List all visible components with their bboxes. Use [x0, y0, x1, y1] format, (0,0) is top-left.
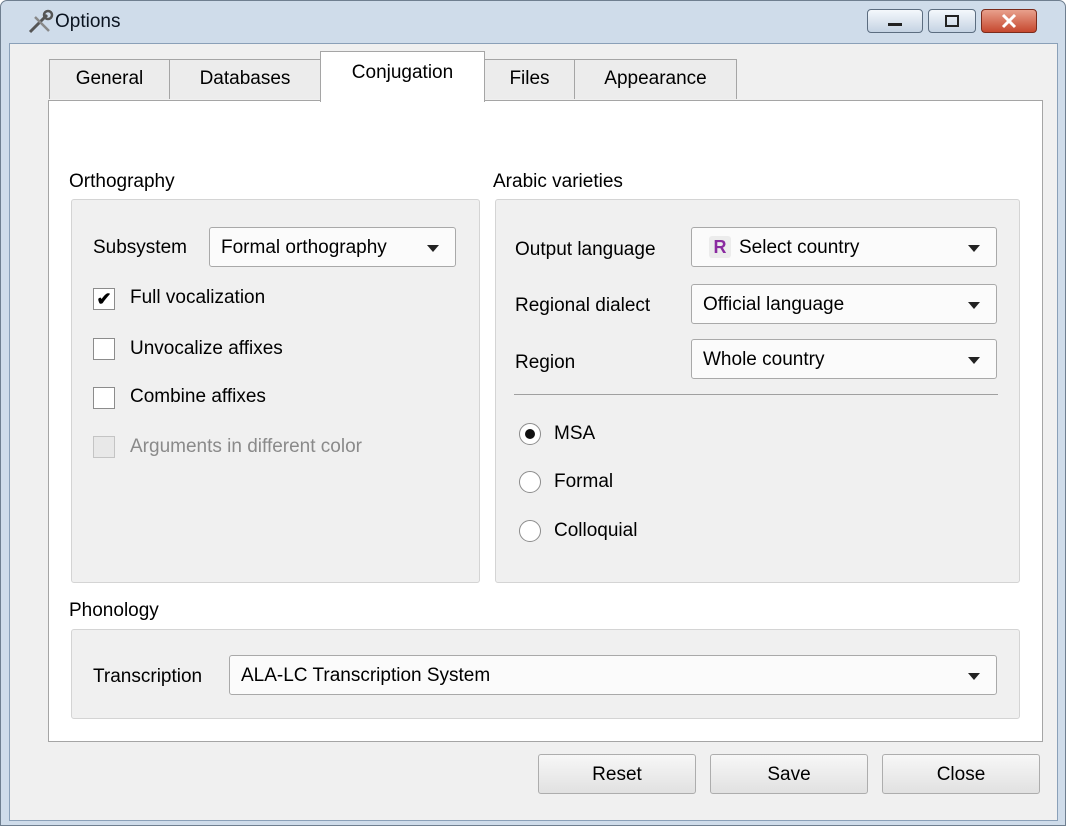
close-icon — [1001, 13, 1017, 29]
colloquial-radio[interactable] — [519, 520, 541, 542]
tab-files[interactable]: Files — [484, 59, 575, 99]
region-value: Whole country — [703, 349, 825, 370]
close-button[interactable]: Close — [882, 754, 1040, 794]
tab-label: Appearance — [604, 68, 707, 89]
formal-radio[interactable] — [519, 471, 541, 493]
output-language-value: Select country — [739, 237, 860, 258]
tab-appearance[interactable]: Appearance — [574, 59, 737, 99]
options-window: Options General Databases Conjugation Fi… — [0, 0, 1066, 826]
chevron-down-icon — [427, 245, 439, 252]
close-window-button[interactable] — [981, 9, 1037, 33]
chevron-down-icon — [968, 673, 980, 680]
regional-dialect-select[interactable]: Official language — [691, 284, 997, 324]
subsystem-value: Formal orthography — [221, 237, 387, 258]
maximize-button[interactable] — [928, 9, 976, 33]
unvocalize-affixes-checkbox[interactable] — [93, 338, 115, 360]
chevron-down-icon — [968, 357, 980, 364]
transcription-select[interactable]: ALA-LC Transcription System — [229, 655, 997, 695]
title-bar[interactable]: Options — [1, 1, 1065, 43]
conjugation-panel — [48, 100, 1043, 742]
chevron-down-icon — [968, 245, 980, 252]
transcription-value: ALA-LC Transcription System — [241, 665, 491, 686]
maximize-icon — [945, 15, 959, 27]
output-language-select[interactable]: R Select country — [691, 227, 997, 267]
checkmark-icon: ✔ — [96, 289, 112, 309]
chevron-down-icon — [968, 302, 980, 309]
subsystem-select[interactable]: Formal orthography — [209, 227, 456, 267]
tab-label: Databases — [199, 68, 291, 89]
tab-label: Conjugation — [351, 62, 454, 83]
tab-general[interactable]: General — [49, 59, 170, 99]
combine-affixes-checkbox[interactable] — [93, 387, 115, 409]
region-select[interactable]: Whole country — [691, 339, 997, 379]
tab-conjugation[interactable]: Conjugation — [320, 51, 485, 102]
save-label: Save — [767, 764, 811, 785]
tab-label: General — [75, 68, 144, 89]
tools-icon — [28, 9, 54, 34]
minimize-icon — [888, 23, 902, 26]
full-vocalization-checkbox[interactable]: ✔ — [93, 288, 115, 310]
save-button[interactable]: Save — [710, 754, 868, 794]
reset-button[interactable]: Reset — [538, 754, 696, 794]
tab-databases[interactable]: Databases — [169, 59, 321, 99]
close-label: Close — [936, 764, 986, 785]
radio-selected-dot — [525, 429, 535, 439]
reset-label: Reset — [592, 764, 642, 785]
tab-label: Files — [509, 68, 550, 89]
msa-radio[interactable] — [519, 423, 541, 445]
r-badge-icon: R — [709, 236, 731, 258]
window-title: Options — [55, 11, 121, 32]
regional-dialect-value: Official language — [703, 294, 845, 315]
minimize-button[interactable] — [867, 9, 923, 33]
